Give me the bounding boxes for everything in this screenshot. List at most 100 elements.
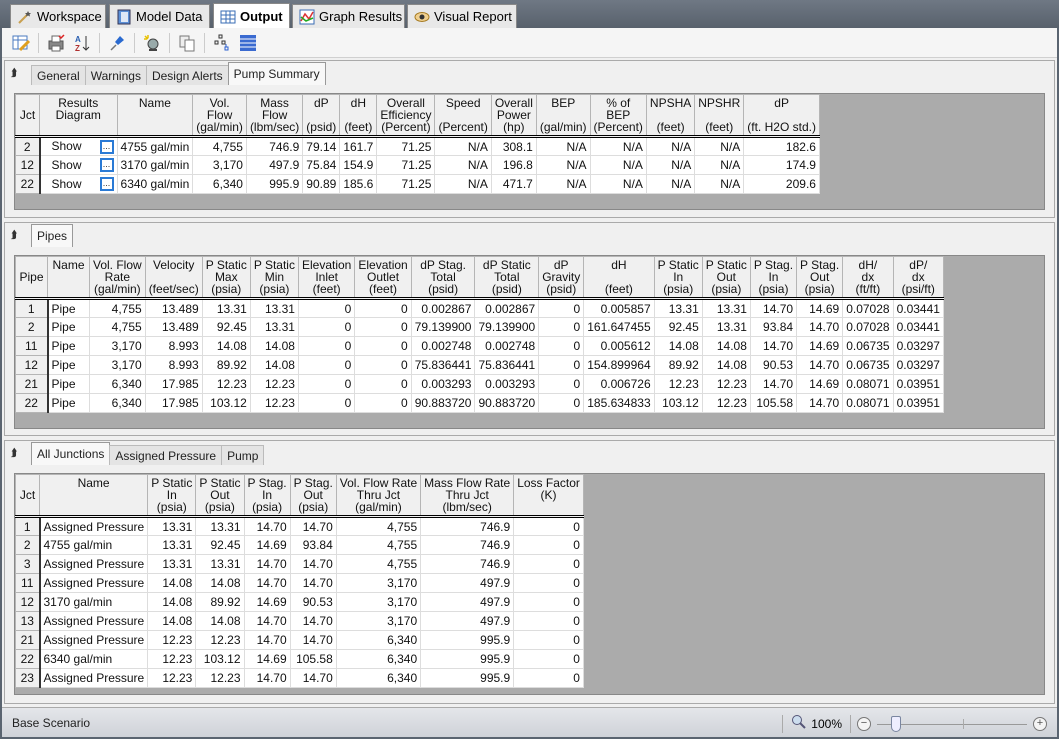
column-header[interactable]: Mass Flow Rate Thru Jct (lbm/sec) — [420, 474, 515, 518]
table-cell[interactable]: 14.70 — [749, 336, 798, 356]
column-header[interactable]: P Stag. In (psia) — [243, 474, 291, 518]
table-cell[interactable]: 75.84 — [302, 155, 341, 175]
table-cell[interactable]: 0 — [513, 535, 584, 555]
table-cell[interactable]: N/A — [434, 155, 492, 175]
table-cell[interactable]: 14.69 — [796, 336, 844, 356]
table-cell[interactable]: 497.9 — [420, 573, 515, 593]
table-cell[interactable]: 4,755 — [89, 317, 146, 337]
table-cell[interactable]: 12.23 — [147, 630, 197, 650]
column-header[interactable]: Loss Factor (K) — [513, 474, 584, 518]
column-header[interactable]: Jct — [15, 94, 40, 138]
row-id-cell[interactable]: 1 — [15, 516, 41, 536]
table-cell[interactable]: 71.25 — [376, 155, 436, 175]
row-id-cell[interactable]: 11 — [15, 573, 41, 593]
row-id-cell[interactable]: 13 — [15, 611, 41, 631]
table-cell[interactable]: 13.489 — [144, 298, 203, 318]
table-cell[interactable]: 0 — [354, 317, 412, 337]
table-row[interactable]: 1 Pipe 4,755 13.489 13.31 13.31 0 0 0.002867 0.00… — [15, 298, 944, 318]
table-cell[interactable]: 79.139900 — [474, 317, 540, 337]
table-cell[interactable]: N/A — [694, 174, 745, 194]
table-cell[interactable]: 0.005612 — [583, 336, 655, 356]
table-row[interactable]: 22 Show... 6340 gal/min 6,340 995.9 90.89 185.… — [15, 174, 820, 194]
table-cell[interactable]: 0 — [354, 336, 412, 356]
row-id-cell[interactable]: 1 — [15, 298, 49, 318]
hierarchy-icon[interactable] — [212, 33, 232, 53]
ellipsis-button[interactable]: ... — [99, 139, 114, 154]
subtab-general[interactable]: General — [31, 65, 86, 85]
table-cell[interactable]: 12.23 — [701, 374, 751, 394]
table-row[interactable]: 21 Pipe 6,340 17.985 12.23 12.23 0 0 0.003293 0.0… — [15, 374, 944, 394]
subtab-all-junctions[interactable]: All Junctions — [31, 442, 111, 465]
table-cell[interactable]: 14.70 — [243, 516, 291, 536]
table-cell[interactable]: 995.9 — [420, 649, 515, 669]
row-id-cell[interactable]: 22 — [15, 649, 41, 669]
table-cell[interactable]: 746.9 — [420, 535, 515, 555]
table-cell[interactable]: 6340 gal/min — [116, 174, 194, 194]
table-cell[interactable]: N/A — [645, 155, 696, 175]
sort-az-icon[interactable]: AZ — [72, 33, 92, 53]
column-header[interactable]: Name — [116, 94, 194, 138]
table-cell[interactable]: 89.92 — [201, 355, 251, 375]
table-cell[interactable]: 103.12 — [195, 649, 245, 669]
table-cell[interactable]: 12.23 — [147, 668, 197, 688]
table-cell[interactable]: 14.70 — [243, 611, 291, 631]
row-id-cell[interactable]: 3 — [15, 554, 41, 574]
table-cell[interactable]: 3,170 — [89, 336, 146, 356]
table-cell[interactable]: 89.92 — [653, 355, 703, 375]
table-cell[interactable]: 90.883720 — [410, 393, 476, 413]
column-header[interactable]: dP (ft. H2O std.) — [743, 94, 820, 138]
table-cell[interactable]: 13.31 — [147, 516, 197, 536]
show-link[interactable]: Show — [52, 139, 82, 153]
table-cell[interactable]: 13.31 — [653, 298, 703, 318]
table-cell[interactable]: 17.985 — [144, 374, 203, 394]
table-cell[interactable]: 471.7 — [490, 174, 537, 194]
row-id-cell[interactable]: 22 — [15, 174, 41, 194]
table-cell[interactable]: 6340 gal/min — [38, 649, 149, 669]
table-cell[interactable]: 90.89 — [302, 174, 341, 194]
column-header[interactable]: dP Static Total (psid) — [474, 256, 540, 300]
zoom-in-button[interactable]: + — [1033, 716, 1047, 731]
table-cell[interactable]: 13.31 — [147, 554, 197, 574]
column-header[interactable]: Vol. Flow Rate Thru Jct (gal/min) — [335, 474, 422, 518]
tab-model-data[interactable]: Model Data — [109, 4, 210, 28]
table-cell[interactable]: 6,340 — [335, 630, 422, 650]
table-cell[interactable]: 92.45 — [201, 317, 251, 337]
table-cell[interactable]: N/A — [434, 136, 492, 156]
list-icon[interactable] — [238, 33, 258, 53]
table-cell[interactable]: 497.9 — [245, 155, 304, 175]
table-cell[interactable]: 14.08 — [201, 336, 251, 356]
table-cell[interactable]: 4,755 — [335, 535, 422, 555]
column-header[interactable]: Overall Power (hp) — [490, 94, 537, 138]
table-cell[interactable]: 0.002748 — [410, 336, 476, 356]
table-cell[interactable]: 14.70 — [289, 630, 337, 650]
table-row[interactable]: 12 Show... 3170 gal/min 3,170 497.9 75.84 154.… — [15, 155, 820, 175]
table-cell[interactable]: Assigned Pressure — [38, 516, 149, 536]
column-header[interactable]: Name — [38, 474, 149, 518]
column-header[interactable]: P Static Out (psia) — [195, 474, 245, 518]
tab-output[interactable]: Output — [213, 3, 290, 29]
table-cell[interactable]: 90.53 — [749, 355, 798, 375]
column-header[interactable]: Speed (Percent) — [434, 94, 492, 138]
table-row[interactable]: 12 3170 gal/min 14.08 89.92 14.69 90.53 3,170 4… — [15, 592, 584, 612]
table-cell[interactable]: 0 — [297, 336, 356, 356]
table-cell[interactable]: 0 — [538, 336, 585, 356]
table-cell[interactable]: 12.23 — [249, 393, 299, 413]
table-cell[interactable]: 12.23 — [653, 374, 703, 394]
table-cell[interactable]: 12.23 — [195, 630, 245, 650]
table-cell[interactable]: 13.31 — [249, 298, 299, 318]
zoom-out-button[interactable]: − — [857, 716, 871, 731]
table-cell[interactable]: 0.06735 — [842, 336, 894, 356]
table-cell[interactable]: N/A — [589, 136, 647, 156]
column-header[interactable]: NPSHA (feet) — [645, 94, 696, 138]
table-cell[interactable]: 13.489 — [144, 317, 203, 337]
table-cell[interactable]: 8.993 — [144, 336, 203, 356]
table-cell[interactable]: 3,170 — [335, 611, 422, 631]
table-cell[interactable]: 0 — [354, 374, 412, 394]
table-cell[interactable]: 93.84 — [749, 317, 798, 337]
table-cell[interactable]: Show... — [39, 136, 118, 156]
table-cell[interactable]: 746.9 — [420, 516, 515, 536]
table-cell[interactable]: 154.9 — [339, 155, 378, 175]
table-cell[interactable]: N/A — [535, 174, 591, 194]
table-cell[interactable]: 308.1 — [490, 136, 537, 156]
table-cell[interactable]: 4,755 — [335, 554, 422, 574]
